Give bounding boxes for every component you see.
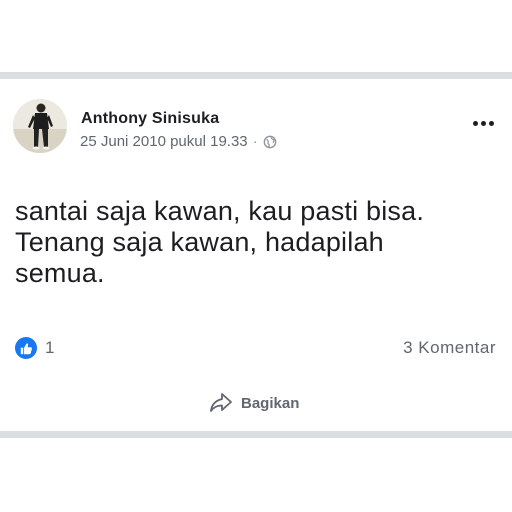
globe-icon[interactable]	[263, 135, 277, 149]
post-meta: 25 Juni 2010 pukul 19.33 ·	[80, 133, 277, 150]
reaction-summary[interactable]: 1	[15, 337, 54, 359]
facebook-post: Anthony Sinisuka 25 Juni 2010 pukul 19.3…	[0, 72, 512, 438]
more-options-dot	[488, 120, 494, 126]
post-text-line: Tenang saja kawan, hadapilah	[15, 227, 384, 257]
share-label: Bagikan	[241, 394, 300, 412]
post-text-line: santai saja kawan, kau pasti bisa.	[15, 196, 425, 226]
more-options-button[interactable]	[466, 113, 500, 133]
post-body: santai saja kawan, kau pasti bisa. Tenan…	[15, 196, 495, 289]
like-count: 1	[45, 338, 55, 357]
more-options-icon	[472, 120, 478, 126]
author-name[interactable]: Anthony Sinisuka	[81, 110, 219, 128]
meta-separator: ·	[252, 133, 258, 150]
comments-link[interactable]: 3 Komentar	[403, 338, 496, 358]
share-icon	[210, 393, 232, 412]
like-icon	[15, 337, 37, 359]
post-timestamp[interactable]: 25 Juni 2010 pukul 19.33	[80, 133, 248, 150]
avatar[interactable]	[13, 99, 67, 153]
person-photo-icon	[13, 99, 67, 153]
screenshot-frame: Anthony Sinisuka 25 Juni 2010 pukul 19.3…	[0, 0, 512, 512]
more-options-dot	[480, 120, 486, 126]
share-button[interactable]: Bagikan	[209, 392, 299, 414]
post-text-line: semua.	[15, 258, 105, 288]
